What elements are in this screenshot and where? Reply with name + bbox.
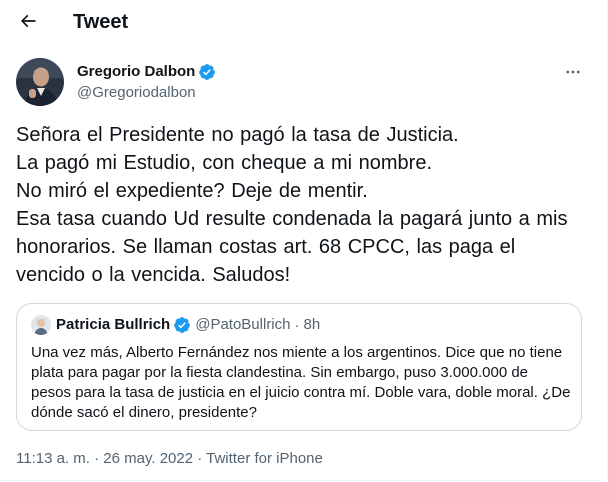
- section-divider: [0, 480, 600, 481]
- verified-badge-icon: [198, 63, 216, 81]
- quoted-author-avatar: [31, 315, 51, 335]
- more-horizontal-icon: [566, 70, 580, 74]
- tweet-date[interactable]: 26 may. 2022: [103, 450, 193, 467]
- author-avatar[interactable]: [16, 58, 64, 106]
- tweet-time[interactable]: 11:13 a. m.: [16, 450, 90, 467]
- page-title: Tweet: [73, 11, 129, 33]
- tweet-source: Twitter for iPhone: [206, 450, 323, 467]
- separator-dot: ·: [197, 450, 203, 467]
- quoted-tweet-time: 8h: [303, 316, 321, 333]
- verified-badge-icon: [173, 316, 191, 334]
- more-button[interactable]: [558, 57, 588, 87]
- arrow-left-icon: [20, 14, 36, 28]
- quoted-author-name: Patricia Bullrich: [56, 316, 171, 333]
- author-name[interactable]: Gregorio Dalbon: [77, 62, 195, 82]
- separator-dot: ·: [294, 316, 300, 334]
- author-name-group: Gregorio Dalbon: [77, 62, 216, 82]
- back-button[interactable]: [10, 3, 46, 39]
- quoted-author-handle: @PatoBullrich: [195, 316, 291, 333]
- top-bar: Tweet: [0, 0, 600, 42]
- tweet-text: Señora el Presidente no pagó la tasa de …: [16, 124, 568, 286]
- quoted-tweet-header: Patricia Bullrich @PatoBullrich · 8h: [31, 315, 320, 335]
- tweet-author: Gregorio Dalbon @Gregoriodalbon: [16, 57, 584, 109]
- quoted-tweet[interactable]: Patricia Bullrich @PatoBullrich · 8h Una…: [16, 303, 582, 431]
- quoted-tweet-text: Una vez más, Alberto Fernández nos mient…: [31, 344, 571, 421]
- tweet-metadata: 11:13 a. m. · 26 may. 2022 · Twitter for…: [16, 449, 323, 469]
- author-handle[interactable]: @Gregoriodalbon: [77, 83, 196, 103]
- separator-dot: ·: [94, 450, 100, 467]
